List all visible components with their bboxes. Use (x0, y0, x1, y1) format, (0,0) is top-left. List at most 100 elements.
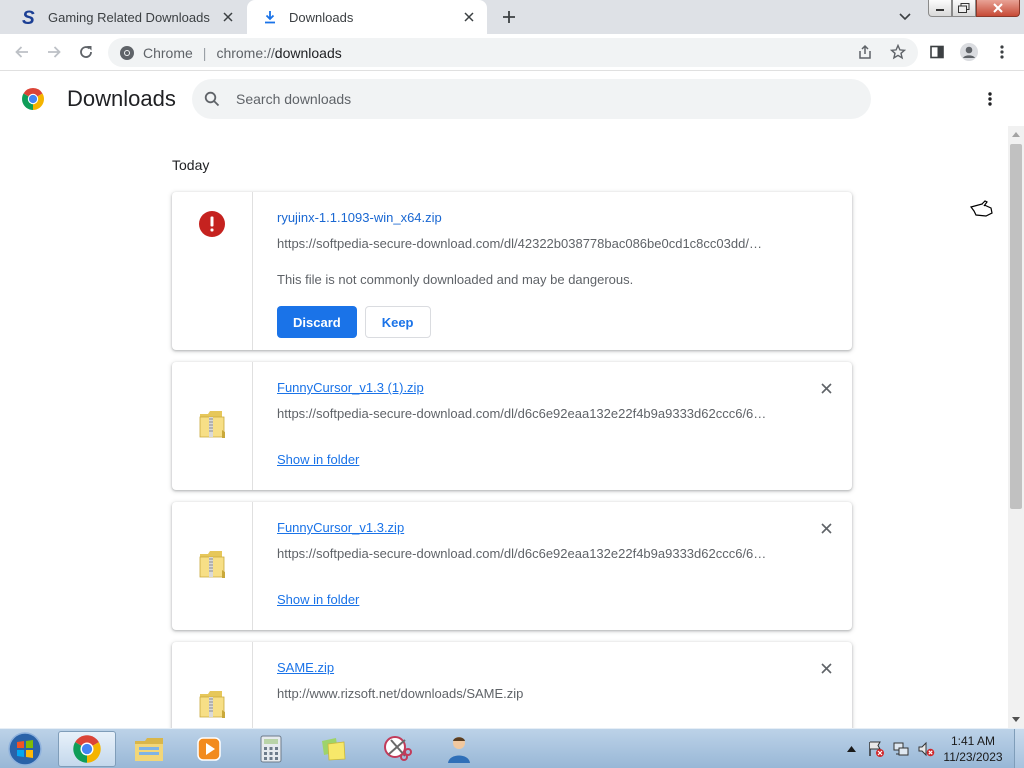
forward-button[interactable] (41, 39, 67, 65)
file-name-link[interactable]: SAME.zip (277, 660, 334, 675)
action-center-icon[interactable] (865, 738, 887, 760)
bookmark-button[interactable] (885, 39, 911, 65)
plus-icon (503, 11, 515, 23)
file-name[interactable]: ryujinx-1.1.1093-win_x64.zip (277, 210, 442, 225)
profile-button[interactable] (956, 39, 982, 65)
file-url[interactable]: https://softpedia-secure-download.com/dl… (277, 406, 777, 421)
omnibox-separator: | (202, 44, 207, 61)
taskbar-file-explorer[interactable] (120, 731, 178, 767)
forward-arrow-icon (48, 46, 61, 58)
scrollbar-thumb[interactable] (1010, 144, 1022, 509)
volume-muted-icon[interactable] (915, 738, 937, 760)
svg-text:S: S (22, 8, 35, 26)
discard-button[interactable]: Discard (277, 306, 357, 338)
calculator-icon (260, 735, 282, 763)
show-in-folder-link[interactable]: Show in folder (277, 592, 359, 607)
minimize-button[interactable] (928, 0, 952, 17)
file-url[interactable]: https://softpedia-secure-download.com/dl… (277, 546, 777, 561)
omnibox-path: downloads (274, 44, 342, 61)
danger-warning-text: This file is not commonly downloaded and… (277, 272, 634, 287)
omnibox-origin: Chrome (143, 44, 193, 61)
windows-taskbar: 1:41 AM 11/23/2023 (0, 728, 1024, 768)
side-panel-button[interactable] (924, 39, 950, 65)
snipping-tool-icon (384, 736, 412, 761)
clock-date: 11/23/2023 (943, 750, 1003, 764)
download-icon (261, 8, 279, 26)
window-close-button[interactable] (976, 0, 1020, 17)
page-title: Downloads (67, 86, 176, 111)
star-icon (890, 44, 906, 60)
file-icon-column (172, 192, 253, 350)
network-icon[interactable] (890, 738, 912, 760)
file-name-link[interactable]: FunnyCursor_v1.3 (1).zip (277, 380, 424, 395)
scroll-up-arrow[interactable] (1008, 126, 1024, 143)
tab-search-button[interactable] (894, 6, 916, 28)
keep-button[interactable]: Keep (364, 306, 431, 338)
taskbar-media-player[interactable] (180, 731, 238, 767)
taskbar-sticky-notes[interactable] (305, 731, 363, 767)
zip-folder-icon (199, 551, 225, 578)
arrow-down-icon (1012, 717, 1020, 722)
remove-item-button[interactable] (818, 660, 834, 676)
more-vert-icon (1000, 45, 1004, 59)
chrome-menu-button[interactable] (989, 39, 1015, 65)
restore-button[interactable] (952, 0, 976, 17)
page-scrollbar[interactable] (1008, 126, 1024, 728)
close-icon (820, 382, 832, 394)
taskbar-snipping-tool[interactable] (368, 731, 426, 767)
tab-title: Downloads (289, 9, 354, 25)
warning-icon (199, 211, 225, 237)
address-bar[interactable]: Chrome | chrome:// downloads (108, 38, 918, 67)
taskbar-clock[interactable]: 1:41 AM 11/23/2023 (936, 733, 1010, 765)
share-button[interactable] (852, 39, 878, 65)
scroll-down-arrow[interactable] (1008, 711, 1024, 728)
start-button[interactable] (3, 730, 47, 768)
zip-folder-icon (199, 691, 225, 718)
browser-toolbar: Chrome | chrome:// downloads (0, 34, 1024, 71)
side-panel-icon (930, 45, 944, 59)
folder-icon (135, 738, 163, 761)
search-downloads-bar[interactable] (192, 79, 871, 119)
remove-item-button[interactable] (818, 520, 834, 536)
zip-folder-icon (199, 411, 225, 438)
remove-item-button[interactable] (818, 380, 834, 396)
arrow-up-icon (1012, 132, 1020, 137)
date-group-header: Today (172, 157, 210, 173)
new-tab-button[interactable] (497, 5, 521, 29)
tab-downloads[interactable]: Downloads (247, 0, 487, 34)
file-icon-column (172, 362, 253, 490)
search-icon[interactable] (202, 89, 222, 109)
file-icon-column (172, 642, 253, 728)
show-in-folder-link[interactable]: Show in folder (277, 452, 359, 467)
user-icon (448, 737, 470, 763)
file-url[interactable]: http://www.rizsoft.net/downloads/SAME.zi… (277, 686, 777, 701)
file-name-link[interactable]: FunnyCursor_v1.3.zip (277, 520, 404, 535)
hand-cursor-icon (970, 200, 993, 217)
close-icon (820, 662, 832, 674)
clock-time: 1:41 AM (950, 734, 996, 748)
downloads-header: Downloads (0, 72, 1024, 126)
reload-button[interactable] (73, 39, 99, 65)
chevron-down-icon (899, 13, 911, 21)
downloads-menu-button[interactable] (978, 87, 1002, 111)
show-desktop-button[interactable] (1014, 729, 1024, 768)
tab-gaming-related-downloads[interactable]: S Gaming Related Downloads (6, 0, 246, 34)
softpedia-s-icon: S (20, 8, 38, 26)
windows-logo-icon (8, 732, 42, 766)
search-input[interactable] (236, 91, 836, 107)
file-url[interactable]: https://softpedia-secure-download.com/dl… (277, 236, 777, 251)
taskbar-calculator[interactable] (242, 731, 300, 767)
taskbar-user-app[interactable] (430, 731, 488, 767)
show-hidden-icons-button[interactable] (840, 738, 862, 760)
back-button[interactable] (9, 39, 35, 65)
download-item: FunnyCursor_v1.3.zip https://softpedia-s… (172, 502, 852, 630)
danger-actions: Discard Keep (277, 306, 431, 338)
download-item: SAME.zip http://www.rizsoft.net/download… (172, 642, 852, 728)
reload-icon (80, 46, 92, 58)
minimize-icon (936, 9, 944, 11)
tab-close-icon[interactable] (218, 7, 238, 27)
more-vert-icon (988, 92, 992, 106)
tab-close-icon[interactable] (459, 7, 479, 27)
taskbar-chrome[interactable] (58, 731, 116, 767)
omnibox-scheme: chrome:// (216, 44, 275, 61)
